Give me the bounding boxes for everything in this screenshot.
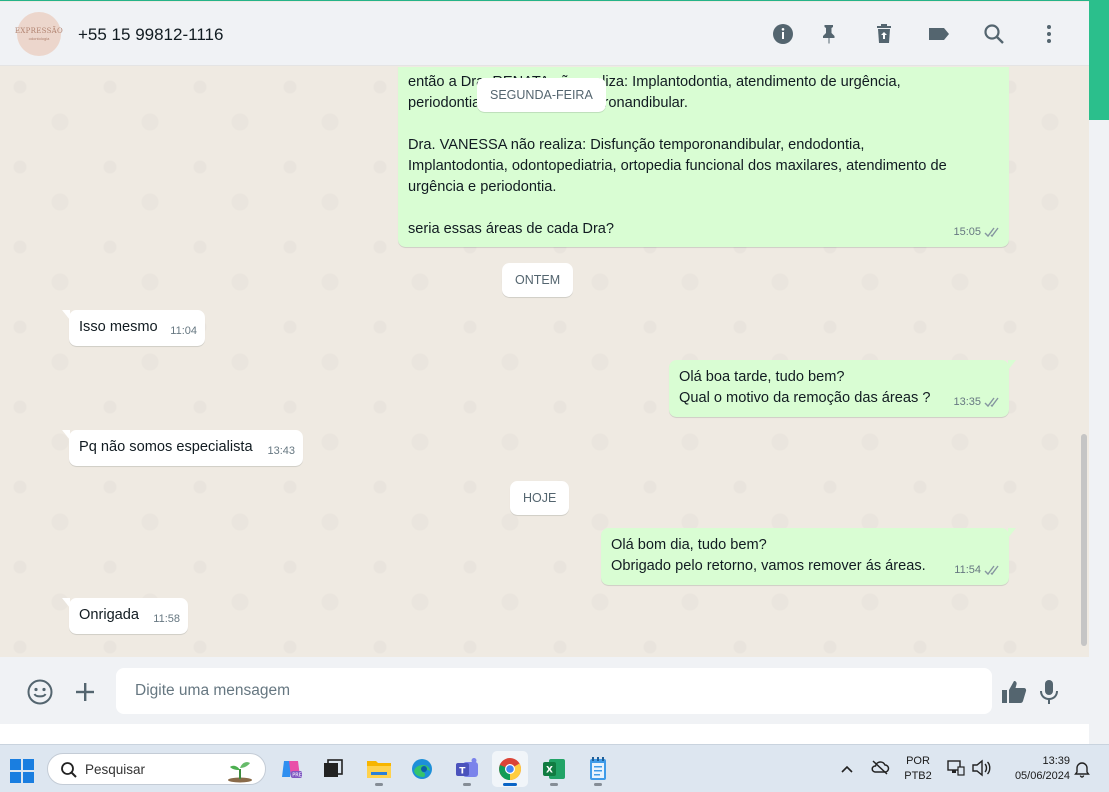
attach-plus-icon[interactable] <box>70 677 100 707</box>
message-time: 11:54 <box>954 564 981 576</box>
message-input[interactable] <box>116 668 992 714</box>
message-text: Isso mesmo <box>79 319 158 335</box>
message-meta: 15:05 <box>953 222 1001 243</box>
clock-time: 13:39 <box>1042 755 1070 767</box>
keyboard-layout: PTB2 <box>904 770 932 782</box>
message-bubble-incoming[interactable]: Pq não somos especialista 13:43 <box>62 430 303 466</box>
message-bubble-outgoing[interactable]: Olá bom dia, tudo bem? Obrigado pelo ret… <box>601 528 1016 585</box>
avatar-logo-text: EXPRESSÃO <box>14 27 64 35</box>
message-bubble-incoming[interactable]: Isso mesmo 11:04 <box>62 310 205 346</box>
message-list[interactable]: então a Dra. RENATA não realiza: Implant… <box>0 67 1089 657</box>
message-meta: 11:04 <box>170 321 197 342</box>
message-meta: 13:43 <box>267 441 295 462</box>
message-meta: 11:54 <box>954 560 1001 581</box>
chrome-browser-icon[interactable] <box>492 751 528 787</box>
avatar-logo-subtext: odontologia <box>28 36 50 41</box>
svg-text:PRE: PRE <box>292 773 302 779</box>
message-text: Olá boa tarde, tudo bem? Qual o motivo d… <box>679 369 931 406</box>
chat-header: EXPRESSÃO odontologia +55 15 99812-1116 <box>0 2 1089 66</box>
read-ticks-icon <box>984 397 999 408</box>
message-text: Olá bom dia, tudo bem? Obrigado pelo ret… <box>611 537 926 574</box>
task-view-icon[interactable] <box>315 751 351 787</box>
read-ticks-icon <box>984 565 999 576</box>
taskbar-search-box[interactable]: Pesquisar <box>47 753 266 785</box>
message-time: 13:35 <box>953 396 981 408</box>
info-icon[interactable] <box>769 20 797 48</box>
svg-text:T: T <box>459 767 466 777</box>
window-edge <box>1089 0 1109 744</box>
microphone-icon[interactable] <box>1034 677 1064 707</box>
message-bubble-outgoing[interactable]: Olá boa tarde, tudo bem? Qual o motivo d… <box>669 360 1016 417</box>
chat-scrollbar[interactable] <box>1081 434 1087 646</box>
file-explorer-icon[interactable] <box>361 751 397 787</box>
network-icon[interactable] <box>946 759 966 782</box>
language-code: POR <box>906 755 930 767</box>
windows-start-icon[interactable] <box>10 759 34 783</box>
label-icon[interactable] <box>925 20 953 48</box>
avatar[interactable]: EXPRESSÃO odontologia <box>14 12 64 56</box>
delete-icon[interactable] <box>870 20 898 48</box>
volume-icon[interactable] <box>971 759 991 782</box>
contact-name[interactable]: +55 15 99812-1116 <box>78 25 223 45</box>
sticky-date-pill: SEGUNDA-FEIRA <box>477 78 606 112</box>
language-indicator[interactable]: POR PTB2 <box>901 754 935 784</box>
search-icon[interactable] <box>980 20 1008 48</box>
message-text: Pq não somos especialista <box>79 439 253 455</box>
pin-icon[interactable] <box>815 20 843 48</box>
search-icon <box>61 762 77 778</box>
emoji-icon[interactable] <box>25 677 55 707</box>
notepad-app-icon[interactable] <box>580 751 616 787</box>
message-time: 13:43 <box>267 445 295 457</box>
read-ticks-icon <box>984 227 999 238</box>
message-bubble-incoming[interactable]: Onrigada 11:58 <box>62 598 188 634</box>
composer <box>0 657 1089 725</box>
message-meta: 11:58 <box>153 609 180 630</box>
message-text: Onrigada <box>79 607 140 623</box>
message-time: 11:58 <box>153 613 180 625</box>
whatsapp-window: EXPRESSÃO odontologia +55 15 99812-1116 … <box>0 0 1089 725</box>
search-label: Pesquisar <box>85 762 146 777</box>
clock[interactable]: 13:39 05/06/2024 <box>1000 754 1070 784</box>
edge-browser-icon[interactable] <box>404 751 440 787</box>
more-icon[interactable] <box>1035 20 1063 48</box>
date-pill: HOJE <box>510 481 570 515</box>
message-time: 15:05 <box>953 226 981 238</box>
excel-app-icon[interactable]: X <box>536 751 572 787</box>
copilot-app-icon[interactable]: PRE <box>273 751 309 787</box>
clock-date: 05/06/2024 <box>1014 770 1070 782</box>
svg-text:X: X <box>546 766 553 776</box>
windows-taskbar: Pesquisar PRE T X POR PTB2 13:39 05/06/2… <box>0 744 1109 792</box>
message-time: 11:04 <box>170 325 197 337</box>
teams-app-icon[interactable]: T <box>449 751 485 787</box>
thumbs-up-icon[interactable] <box>999 677 1029 707</box>
tray-overflow-chevron-icon[interactable] <box>840 761 854 779</box>
plant-icon <box>228 762 252 783</box>
cloud-offline-icon[interactable] <box>870 759 890 780</box>
notification-bell-icon[interactable] <box>1074 760 1090 783</box>
message-meta: 13:35 <box>953 392 1001 413</box>
date-pill: ONTEM <box>502 263 574 297</box>
